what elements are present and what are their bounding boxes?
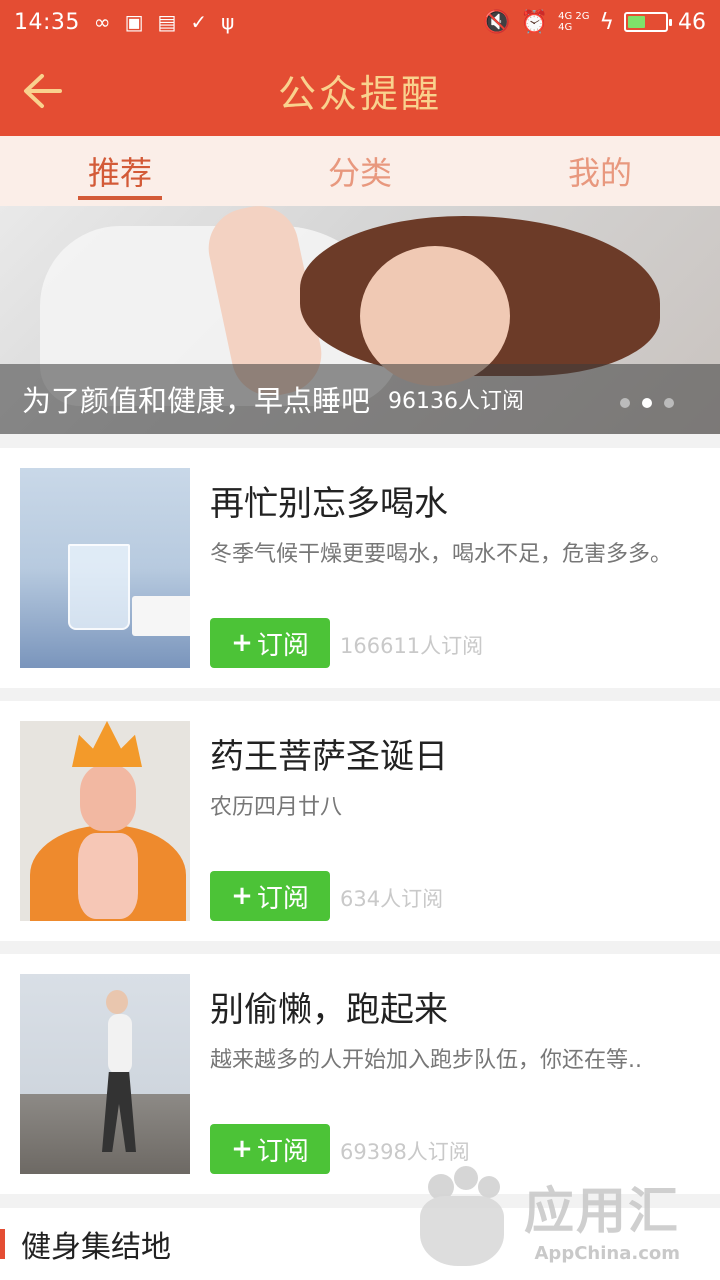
status-bar: 14:35 ∞ ▣ ▤ ✓ ψ 🔇 ⏰ 4G 2G 4G ϟ 46 xyxy=(0,0,720,44)
reminder-card[interactable]: 别偷懒，跑起来 越来越多的人开始加入跑步队伍，你还在等.. + 订阅 69398… xyxy=(0,954,720,1194)
subscribe-button[interactable]: + 订阅 xyxy=(210,618,330,668)
card-description: 冬季气候干燥更要喝水，喝水不足，危害多多。 xyxy=(210,542,673,567)
plus-icon: + xyxy=(231,1134,253,1164)
watermark-text: 应用汇 AppChina.com xyxy=(524,1171,680,1264)
tab-bar: 推荐 分类 我的 xyxy=(0,136,720,206)
water-glass-image xyxy=(20,468,190,668)
banner-subscribers: 96136人订阅 xyxy=(388,389,525,414)
watermark-url: AppChina.com xyxy=(534,1243,681,1264)
section-title: 健身集结地 xyxy=(21,1230,171,1265)
network-bottom: 4G xyxy=(558,22,573,33)
subscribe-button[interactable]: + 订阅 xyxy=(210,1124,330,1174)
banner-title: 为了颜值和健康，早点睡吧 xyxy=(22,384,371,418)
banner-carousel[interactable]: 为了颜值和健康，早点睡吧 96136人订阅 xyxy=(0,206,720,434)
image-icon: ▤ xyxy=(157,10,177,34)
usb-icon: ψ xyxy=(221,10,235,34)
banner-caption: 为了颜值和健康，早点睡吧 96136人订阅 xyxy=(0,364,720,434)
card-description: 农历四月廿八 xyxy=(210,795,343,820)
carousel-dots xyxy=(620,398,674,408)
section-accent-bar xyxy=(0,1229,5,1259)
watermark-name: 应用汇 xyxy=(524,1182,680,1240)
subscribe-label: 订阅 xyxy=(256,630,309,661)
notification-icons: ∞ ▣ ▤ ✓ ψ xyxy=(94,10,234,34)
appchina-logo-icon xyxy=(410,1165,514,1270)
alarm-icon: ⏰ xyxy=(520,9,549,35)
subscribe-button[interactable]: + 订阅 xyxy=(210,871,330,921)
plus-icon: + xyxy=(231,628,253,658)
title-bar: 公众提醒 xyxy=(0,44,720,136)
subscriber-count: 166611人订阅 xyxy=(340,634,484,658)
reminder-card[interactable]: 药王菩萨圣诞日 农历四月廿八 + 订阅 634人订阅 xyxy=(0,701,720,941)
back-button[interactable] xyxy=(18,66,68,116)
status-right: 🔇 ⏰ 4G 2G 4G ϟ 46 xyxy=(483,10,706,35)
infinity-icon: ∞ xyxy=(93,10,111,34)
charging-icon: ϟ xyxy=(599,9,614,35)
appchina-watermark: 应用汇 AppChina.com xyxy=(410,1160,710,1275)
runner-image xyxy=(20,974,190,1174)
network-indicator: 4G 2G 4G xyxy=(558,11,589,33)
card-title: 别偷懒，跑起来 xyxy=(210,990,448,1030)
subscriber-count: 634人订阅 xyxy=(340,887,444,911)
carousel-dot-active[interactable] xyxy=(642,398,652,408)
arrow-left-icon xyxy=(24,74,62,108)
battery-level: 46 xyxy=(678,9,706,35)
tab-mine[interactable]: 我的 xyxy=(480,136,720,206)
check-circle-icon: ✓ xyxy=(190,10,208,34)
card-title: 再忙别忘多喝水 xyxy=(210,484,448,524)
tab-recommend[interactable]: 推荐 xyxy=(0,136,240,206)
tab-category[interactable]: 分类 xyxy=(240,136,480,206)
battery-icon xyxy=(624,12,672,32)
alipay-icon: ▣ xyxy=(124,10,144,34)
network-top: 4G 2G xyxy=(558,11,590,22)
status-time: 14:35 xyxy=(14,9,80,35)
subscribe-label: 订阅 xyxy=(256,1136,309,1167)
page-title: 公众提醒 xyxy=(277,71,442,116)
card-description: 越来越多的人开始加入跑步队伍，你还在等.. xyxy=(210,1048,642,1073)
card-title: 药王菩萨圣诞日 xyxy=(210,737,448,777)
bodhisattva-statue-image xyxy=(20,721,190,921)
carousel-dot[interactable] xyxy=(664,398,674,408)
carousel-dot[interactable] xyxy=(620,398,630,408)
mute-icon: 🔇 xyxy=(483,9,511,35)
plus-icon: + xyxy=(231,881,253,911)
reminder-card[interactable]: 再忙别忘多喝水 冬季气候干燥更要喝水，喝水不足，危害多多。 + 订阅 16661… xyxy=(0,448,720,688)
subscribe-label: 订阅 xyxy=(256,883,309,914)
